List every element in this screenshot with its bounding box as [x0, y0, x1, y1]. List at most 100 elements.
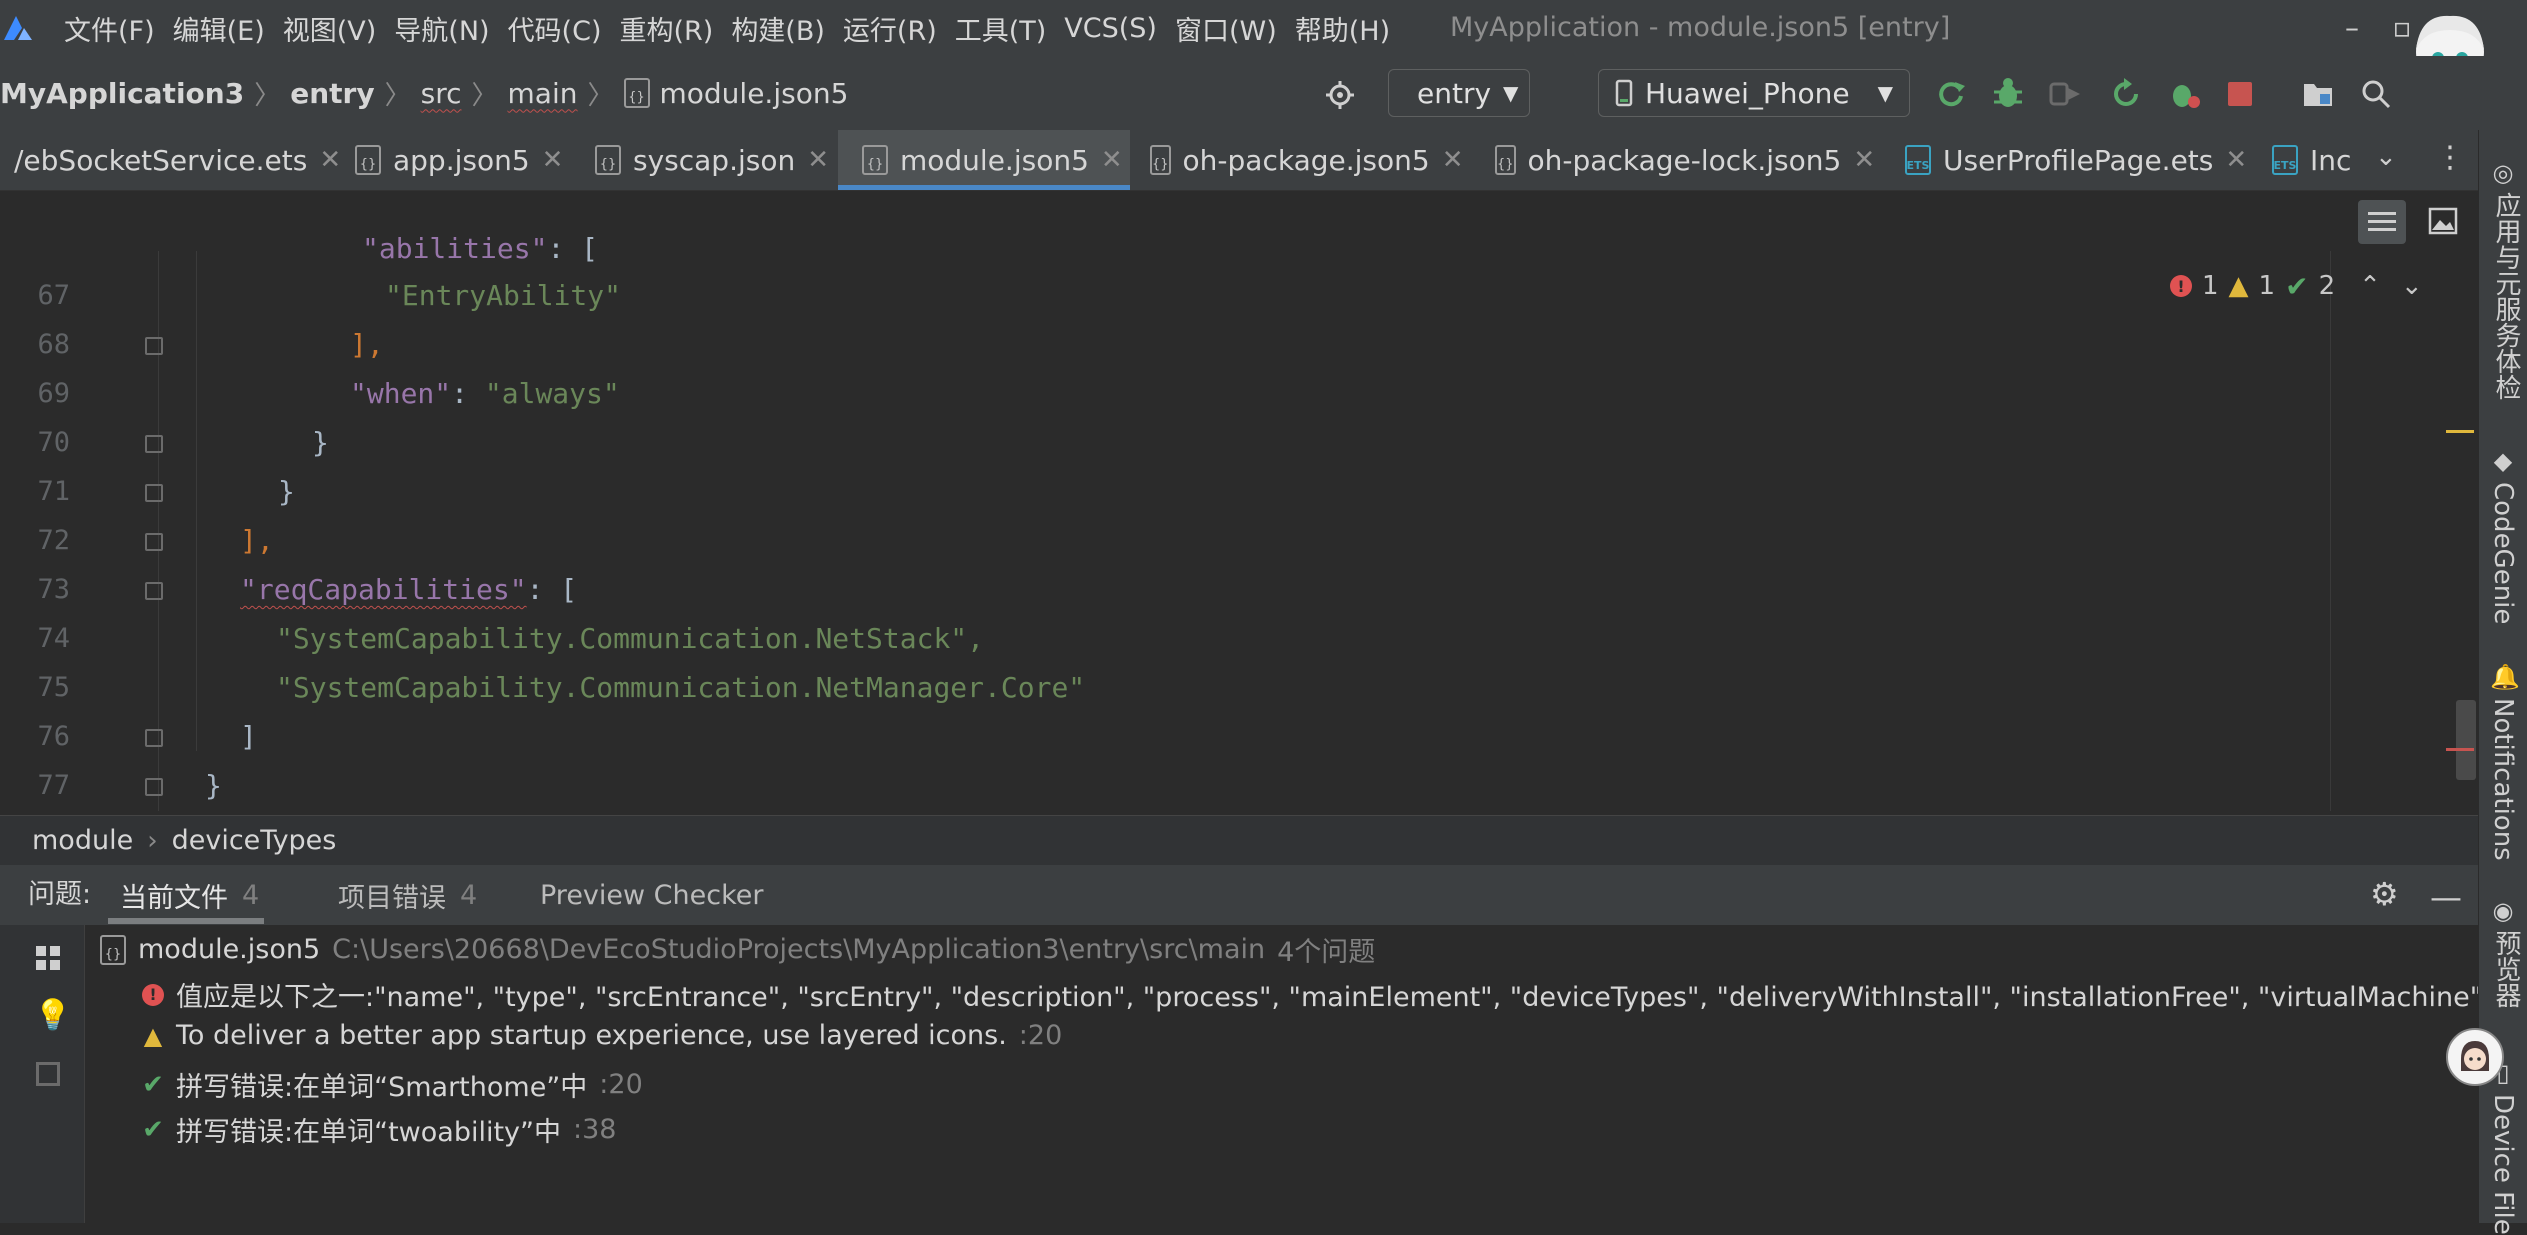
search-icon[interactable]: [2360, 78, 2392, 110]
problem-item[interactable]: ! 值应是以下之一:"name", "type", "srcEntrance",…: [142, 975, 2527, 1014]
fold-marker-icon[interactable]: [145, 533, 163, 551]
group-by-icon[interactable]: [34, 944, 62, 972]
close-icon[interactable]: ✕: [1101, 145, 1123, 175]
tab-project-errors[interactable]: 项目错误 4: [338, 865, 477, 925]
next-highlight-icon[interactable]: ⌄: [2401, 271, 2423, 301]
menu-vcs[interactable]: VCS(S): [1064, 13, 1157, 44]
warning-icon: ▲: [2228, 271, 2249, 301]
menu-tools[interactable]: 工具(T): [955, 9, 1047, 48]
chevron-right-icon: 〉: [471, 80, 498, 111]
close-icon[interactable]: ✕: [1442, 145, 1464, 175]
tab-current-file[interactable]: 当前文件 4: [120, 865, 259, 925]
hide-panel-icon[interactable]: —: [2430, 878, 2462, 916]
avatar[interactable]: [2446, 1028, 2504, 1086]
avatar-face-icon: [2461, 1041, 2489, 1071]
sidebar-item-app-check[interactable]: 应用与元服务体检: [2488, 192, 2525, 400]
problem-item[interactable]: ✔ 拼写错误:在单词“twoability”中 :38: [142, 1110, 616, 1149]
minimize-button[interactable]: –: [2330, 8, 2374, 48]
menu-window[interactable]: 窗口(W): [1175, 9, 1277, 48]
menu-refactor[interactable]: 重构(R): [619, 9, 713, 48]
sidebar-item-device-file[interactable]: Device File: [2488, 1094, 2518, 1235]
menu-edit[interactable]: 编辑(E): [173, 9, 265, 48]
fold-marker-icon[interactable]: [145, 729, 163, 747]
active-tab-indicator: [108, 918, 264, 924]
fold-marker-icon[interactable]: [145, 435, 163, 453]
code-view-toggle[interactable]: [2358, 200, 2406, 244]
menu-code[interactable]: 代码(C): [508, 9, 602, 48]
error-stripe[interactable]: [2446, 748, 2474, 751]
problem-file-summary: 4个问题: [1277, 937, 1376, 968]
tab-syscap-json[interactable]: {} syscap.json ✕: [595, 130, 835, 190]
fold-marker-icon[interactable]: [145, 778, 163, 796]
tab-app-json5[interactable]: {} app.json5 ✕: [355, 130, 565, 190]
breadcrumb-src[interactable]: src: [421, 77, 462, 110]
problem-file-row[interactable]: {} module.json5 C:\Users\20668\DevEcoStu…: [100, 930, 1375, 969]
breadcrumb-file[interactable]: module.json5: [660, 77, 849, 110]
breadcrumb-main[interactable]: main: [508, 77, 578, 110]
typo-check-icon: ✔: [142, 1069, 164, 1100]
chevron-right-icon: ›: [147, 825, 158, 856]
line-number: 73: [37, 574, 70, 605]
tab-list-chevron-icon[interactable]: ⌄: [2375, 142, 2397, 172]
warning-stripe[interactable]: [2446, 430, 2474, 433]
menu-file[interactable]: 文件(F): [64, 9, 155, 48]
image-preview-icon[interactable]: [2428, 206, 2458, 236]
tab-ind[interactable]: ETS Inc: [2272, 130, 2352, 190]
menu-help[interactable]: 帮助(H): [1295, 9, 1390, 48]
close-icon[interactable]: ✕: [807, 145, 829, 175]
close-icon[interactable]: ✕: [319, 145, 341, 175]
warning-count: 1: [2258, 271, 2276, 301]
project-structure-icon[interactable]: [2302, 80, 2334, 108]
line-number: 70: [37, 427, 70, 458]
breadcrumb-project[interactable]: MyApplication3: [0, 77, 244, 110]
rerun-icon[interactable]: [1935, 78, 1967, 110]
breadcrumb-module[interactable]: entry: [290, 77, 374, 110]
tab-module-json5[interactable]: {} module.json5 ✕: [838, 130, 1130, 190]
gear-icon[interactable]: ⚙: [2370, 875, 2399, 913]
deveco-logo-icon: [4, 16, 32, 40]
sidebar-item-notifications[interactable]: Notifications: [2488, 698, 2518, 861]
tab-preview-checker[interactable]: Preview Checker: [540, 865, 764, 925]
problem-location: :20: [1018, 1020, 1063, 1051]
sidebar-item-codegenie[interactable]: CodeGenie: [2488, 482, 2518, 624]
device-select[interactable]: Huawei_Phone ▼: [1598, 69, 1910, 117]
preview-pane-icon[interactable]: [36, 1062, 60, 1086]
previous-highlight-icon[interactable]: ⌃: [2359, 271, 2381, 301]
fold-marker-icon[interactable]: [145, 337, 163, 355]
debug-icon[interactable]: [1992, 76, 2024, 110]
profile-icon[interactable]: [2168, 76, 2202, 110]
error-count: 1: [2202, 271, 2219, 301]
code-line-69: "when": "always": [350, 377, 620, 410]
close-icon[interactable]: ✕: [542, 145, 564, 175]
more-options-icon[interactable]: ⋮: [2435, 140, 2465, 175]
menu-build[interactable]: 构建(B): [731, 9, 825, 48]
menu-run[interactable]: 运行(R): [843, 9, 937, 48]
sidebar-item-previewer[interactable]: 预览器: [2488, 930, 2525, 1008]
problem-item[interactable]: ▲ To deliver a better app startup experi…: [142, 1020, 1062, 1051]
code-line-70: }: [312, 426, 329, 459]
locate-icon[interactable]: [1325, 80, 1355, 110]
close-icon[interactable]: ✕: [2225, 145, 2247, 175]
tab-label: 当前文件: [120, 882, 228, 914]
close-icon[interactable]: ✕: [1853, 145, 1875, 175]
code-line-75: "SystemCapability.Communication.NetManag…: [276, 671, 1086, 704]
editor-scrollbar-thumb[interactable]: [2456, 700, 2476, 780]
editor-crumb-devicetypes[interactable]: deviceTypes: [172, 825, 337, 856]
problem-item[interactable]: ✔ 拼写错误:在单词“Smarthome”中 :20: [142, 1065, 643, 1104]
fold-marker-icon[interactable]: [145, 582, 163, 600]
tab-oh-package-json5[interactable]: {} oh-package.json5 ✕: [1150, 130, 1464, 190]
lightbulb-icon[interactable]: 💡: [34, 998, 71, 1033]
apply-changes-icon[interactable]: [2110, 78, 2142, 110]
ets-file-icon: ETS: [2272, 145, 2298, 175]
menu-navigate[interactable]: 导航(N): [394, 9, 489, 48]
stop-icon[interactable]: [2228, 82, 2252, 106]
tab-userprofilepage-ets[interactable]: ETS UserProfilePage.ets ✕: [1905, 130, 2250, 190]
attach-debugger-icon[interactable]: [2048, 78, 2082, 110]
run-config-select[interactable]: entry ▼: [1388, 69, 1530, 117]
menu-view[interactable]: 视图(V): [283, 9, 377, 48]
editor-crumb-module[interactable]: module: [32, 825, 133, 856]
inspection-widget[interactable]: ! 1 ▲ 1 ✔ 2 ⌃ ⌄: [2170, 268, 2423, 304]
tab-websocketservice[interactable]: /ebSocketService.ets ✕: [0, 130, 341, 190]
tab-oh-package-lock-json5[interactable]: {} oh-package-lock.json5 ✕: [1495, 130, 1875, 190]
fold-marker-icon[interactable]: [145, 484, 163, 502]
